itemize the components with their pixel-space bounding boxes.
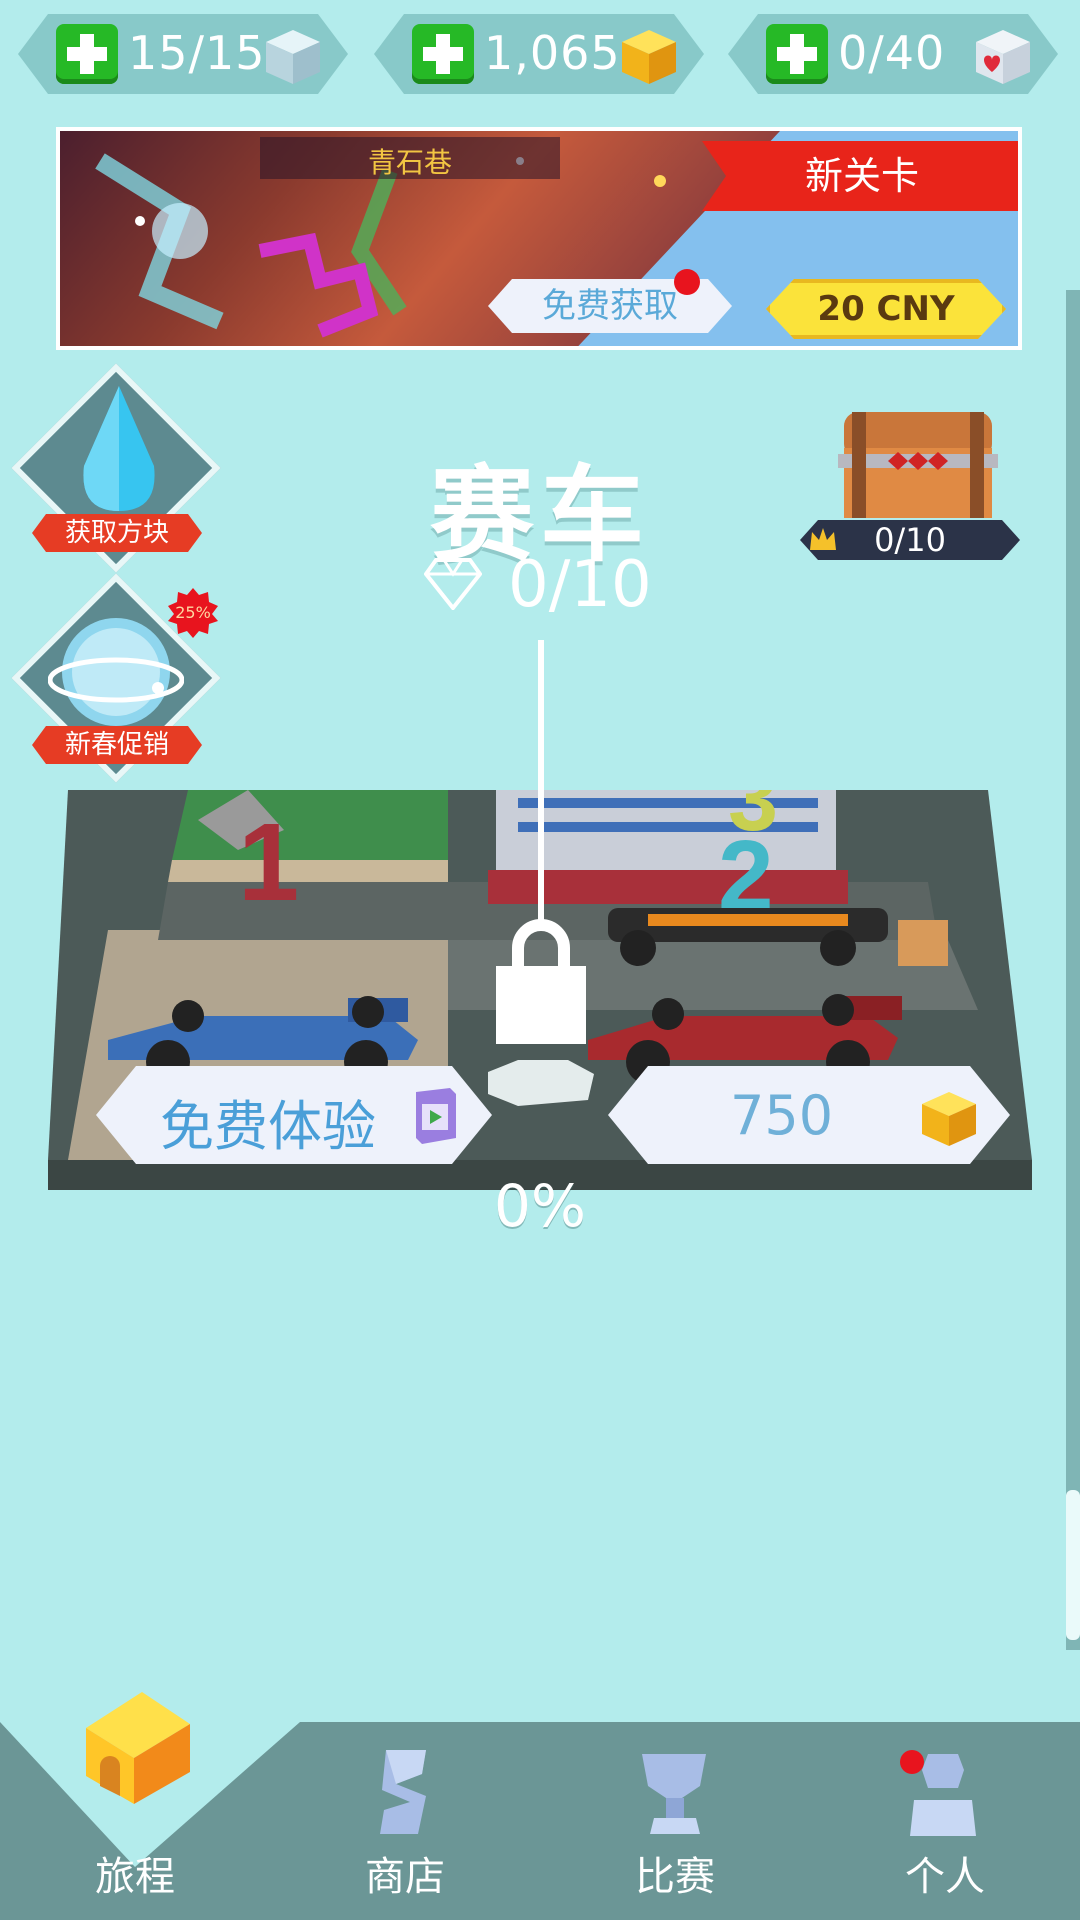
new-level-banner[interactable]: 青石巷 新关卡 免费获取 20 CNY <box>56 127 1022 350</box>
treasure-chest-icon[interactable] <box>838 408 998 522</box>
gold-cube-icon <box>618 26 680 86</box>
notification-dot <box>674 269 700 295</box>
level-progress: 0% <box>493 1172 586 1240</box>
tab-match-label: 比赛 <box>635 1854 715 1900</box>
energy-value: 15/15 <box>128 26 266 80</box>
planet-icon[interactable] <box>48 602 184 742</box>
crown-icon <box>810 528 836 550</box>
heart-cube-icon <box>972 26 1034 86</box>
scrollbar-thumb[interactable] <box>1066 1490 1080 1640</box>
gem-icon <box>424 558 482 610</box>
tab-match[interactable]: 比赛 <box>540 1722 810 1920</box>
gem-progress: 0/10 <box>508 548 652 622</box>
video-cube-icon <box>416 1088 456 1144</box>
tab-profile[interactable]: 个人 <box>810 1722 1080 1920</box>
banner-title: 青石巷 <box>367 146 452 179</box>
banner-title-bar: 青石巷 <box>260 137 560 179</box>
shop-icon <box>380 1750 426 1834</box>
svg-text:1: 1 <box>238 801 299 924</box>
lock-string <box>538 640 544 924</box>
spring-sale-label[interactable]: 新春促销 <box>32 726 202 764</box>
heart-value: 0/40 <box>838 26 946 80</box>
tab-shop-label: 商店 <box>365 1854 445 1900</box>
add-coins-button[interactable] <box>412 24 474 84</box>
tab-profile-label: 个人 <box>905 1854 985 1900</box>
add-hearts-button[interactable] <box>766 24 828 84</box>
add-energy-button[interactable] <box>56 24 118 84</box>
tab-journey-label: 旅程 <box>95 1854 175 1900</box>
profile-notification-dot <box>900 1750 924 1774</box>
buy-level-button[interactable]: 20 CNY <box>766 279 1006 339</box>
tab-journey[interactable]: 旅程 <box>0 1692 270 1920</box>
ice-cube-icon <box>262 26 324 86</box>
tab-shop[interactable]: 商店 <box>270 1722 540 1920</box>
car-price: 750 <box>730 1084 834 1147</box>
coin-counter[interactable]: 1,065 <box>374 14 704 94</box>
energy-counter[interactable]: 15/15 <box>18 14 348 94</box>
heart-counter[interactable]: 0/40 <box>728 14 1058 94</box>
trophy-icon <box>642 1754 706 1834</box>
coin-value: 1,065 <box>484 26 621 80</box>
house-icon <box>86 1692 190 1804</box>
new-level-tag: 新关卡 <box>702 141 1018 211</box>
lock-icon[interactable] <box>492 916 590 1046</box>
gold-cube-icon <box>922 1092 976 1146</box>
scrollbar-track[interactable] <box>1066 290 1080 1650</box>
free-trial-label: 免费体验 <box>160 1095 376 1158</box>
